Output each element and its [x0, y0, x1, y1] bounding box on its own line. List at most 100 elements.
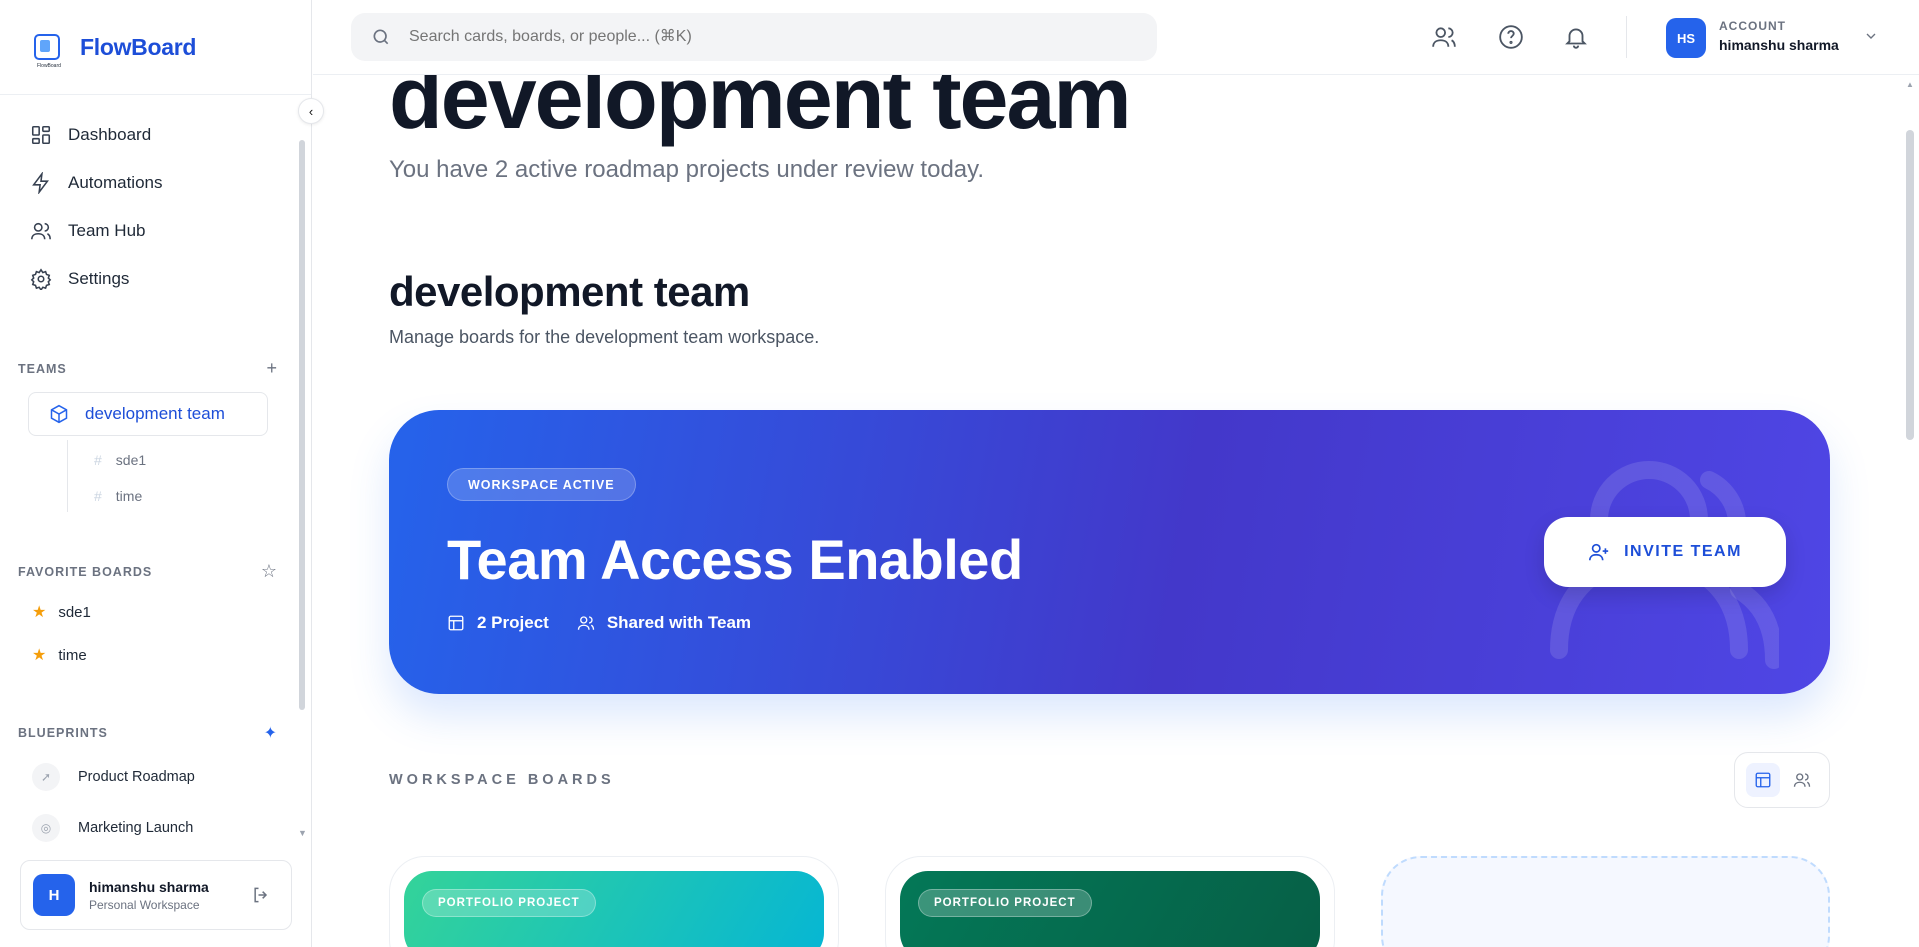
account-name[interactable]: himanshu sharma	[1719, 37, 1839, 53]
sparkle-icon[interactable]: ✦	[264, 723, 277, 743]
sidebar-nav: Dashboard Automations Team Hub Settings	[0, 95, 311, 303]
section-subtitle: Manage boards for the development team w…	[389, 327, 820, 347]
sidebar-item-team-hub[interactable]: Team Hub	[30, 207, 311, 255]
avatar: H	[33, 874, 75, 916]
search-icon	[373, 29, 389, 45]
account-label: ACCOUNT	[1719, 19, 1786, 33]
hash-icon: #	[94, 452, 102, 468]
invite-team-button[interactable]: INVITE TEAM	[1544, 517, 1786, 587]
brand[interactable]: FlowBoard FlowBoard	[0, 0, 311, 95]
main-scrollbar[interactable]	[1906, 130, 1914, 440]
blueprints-heading-label: BLUEPRINTS	[18, 726, 108, 740]
board-badge: PORTFOLIO PROJECT	[422, 889, 596, 917]
sidebar-scroll-thumb[interactable]	[299, 140, 305, 710]
help-icon[interactable]	[1498, 24, 1524, 50]
sidebar-item-label: Settings	[68, 269, 130, 288]
flowboard-logo-icon: FlowBoard	[34, 34, 61, 69]
blueprint-label: Product Roadmap	[78, 769, 195, 785]
banner-meta: 2 Project Shared with Team	[447, 613, 751, 633]
sidebar-scrollbar[interactable]: ▼	[298, 140, 307, 838]
search-input[interactable]	[409, 28, 1109, 46]
section-title: development team	[389, 268, 750, 315]
team-board-label: sde1	[115, 452, 147, 468]
user-name: himanshu sharma	[89, 878, 209, 895]
cube-icon	[50, 404, 68, 424]
scroll-down-icon[interactable]: ▼	[298, 828, 307, 838]
user-card[interactable]: H himanshu sharma Personal Workspace	[20, 860, 292, 930]
workspace-active-badge: WORKSPACE ACTIVE	[447, 468, 636, 501]
chevron-left-icon: ‹	[308, 103, 314, 119]
favorite-label: time	[58, 646, 87, 664]
star-outline-icon[interactable]: ☆	[261, 561, 277, 582]
favorite-board-sde1[interactable]: ★ sde1	[32, 602, 91, 622]
view-toggle	[1734, 752, 1830, 808]
sidebar-item-dashboard[interactable]: Dashboard	[30, 111, 311, 159]
users-icon	[1793, 773, 1810, 787]
brand-name: FlowBoard	[80, 33, 197, 60]
sidebar-item-label: Team Hub	[68, 221, 146, 240]
bolt-icon	[32, 172, 49, 194]
invite-team-label: INVITE TEAM	[1624, 543, 1742, 560]
teams-heading-label: TEAMS	[18, 361, 67, 376]
topbar-divider	[1626, 16, 1627, 58]
user-info: himanshu sharma Personal Workspace	[89, 879, 209, 912]
layout-icon	[1755, 772, 1770, 788]
blueprint-label: Marketing Launch	[78, 820, 194, 836]
users-icon[interactable]	[1431, 24, 1457, 50]
board-cover: PORTFOLIO PROJECT	[404, 871, 824, 947]
banner-title: Team Access Enabled	[447, 528, 1023, 591]
favorites-heading: FAVORITE BOARDS ☆	[18, 561, 277, 582]
logout-icon[interactable]	[251, 885, 271, 905]
sidebar-item-development-team[interactable]: development team	[28, 392, 268, 436]
user-plus-icon	[1589, 543, 1609, 561]
app-root: FlowBoard FlowBoard Dashboard Automation…	[0, 0, 1919, 947]
sidebar-item-settings[interactable]: Settings	[30, 255, 311, 303]
add-team-button[interactable]: +	[266, 358, 277, 379]
members-view-button[interactable]	[1785, 763, 1819, 797]
shared-status: Shared with Team	[606, 613, 752, 632]
sidebar-item-label: Dashboard	[68, 125, 152, 144]
gear-icon	[30, 268, 52, 290]
team-access-banner: WORKSPACE ACTIVE Team Access Enabled 2 P…	[389, 410, 1830, 694]
create-board-card[interactable]	[1381, 856, 1830, 947]
logo-caption: FlowBoard	[37, 63, 61, 69]
board-badge: PORTFOLIO PROJECT	[918, 889, 1092, 917]
collapse-sidebar-button[interactable]: ‹	[298, 98, 324, 124]
grid-icon	[31, 125, 51, 145]
star-icon: ★	[32, 604, 47, 621]
bell-icon[interactable]	[1563, 24, 1589, 50]
main-content: development team You have 2 active roadm…	[313, 0, 1919, 947]
board-view-button[interactable]	[1745, 763, 1780, 797]
favorites-heading-label: FAVORITE BOARDS	[18, 564, 153, 579]
scroll-up-icon[interactable]: ▲	[1906, 80, 1914, 89]
team-board-time[interactable]: # time	[94, 488, 142, 504]
chevron-down-icon[interactable]	[1863, 28, 1879, 44]
target-icon: ◎	[32, 814, 60, 842]
project-count: 2 Project	[477, 613, 549, 632]
user-workspace: Personal Workspace	[89, 897, 200, 912]
board-cover: PORTFOLIO PROJECT	[900, 871, 1320, 947]
hash-icon: #	[94, 488, 102, 504]
favorite-label: sde1	[58, 603, 91, 621]
team-board-sde1[interactable]: # sde1	[94, 452, 146, 468]
team-board-label: time	[115, 488, 143, 504]
blueprint-product-roadmap[interactable]: ➚ Product Roadmap	[32, 763, 195, 791]
board-card[interactable]: PORTFOLIO PROJECT	[389, 856, 839, 947]
workspace-boards-heading: WORKSPACE BOARDS	[389, 772, 615, 788]
search-bar[interactable]	[351, 13, 1157, 61]
teams-heading: TEAMS +	[18, 358, 277, 379]
sidebar: FlowBoard FlowBoard Dashboard Automation…	[0, 0, 312, 947]
page-subtitle: You have 2 active roadmap projects under…	[389, 156, 985, 183]
favorite-board-time[interactable]: ★ time	[32, 645, 87, 665]
board-card[interactable]: PORTFOLIO PROJECT	[885, 856, 1335, 947]
star-icon: ★	[32, 647, 47, 664]
topbar: HS ACCOUNT himanshu sharma	[313, 0, 1919, 75]
blueprint-marketing-launch[interactable]: ◎ Marketing Launch	[32, 814, 193, 842]
sidebar-item-automations[interactable]: Automations	[30, 159, 311, 207]
avatar[interactable]: HS	[1666, 18, 1706, 58]
layout-icon	[448, 615, 464, 631]
blueprints-heading: BLUEPRINTS ✦	[18, 723, 277, 743]
users-icon	[577, 616, 594, 630]
users-icon	[31, 222, 51, 240]
sidebar-item-label: Automations	[68, 173, 163, 192]
